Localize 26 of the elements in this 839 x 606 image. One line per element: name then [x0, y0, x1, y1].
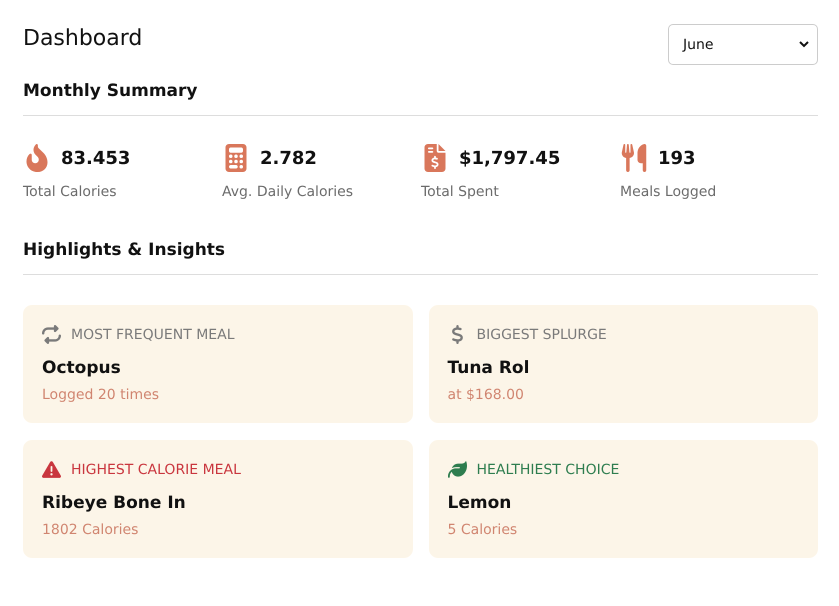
- utensils-icon: [620, 144, 648, 172]
- insight-label: HEALTHIEST CHOICE: [476, 462, 620, 478]
- stat-value: 193: [658, 148, 696, 168]
- stat-label: Meals Logged: [620, 184, 716, 200]
- chevron-icon: [799, 41, 809, 48]
- stat-label: Total Calories: [23, 184, 117, 200]
- insight-label: HIGHEST CALORIE MEAL: [71, 462, 241, 478]
- stat-value: $1,797.45: [459, 148, 560, 168]
- insight-detail: 1802 Calories: [42, 522, 138, 538]
- stat-value: 2.782: [260, 148, 317, 168]
- stat-label: Total Spent: [421, 184, 499, 200]
- insight-label: MOST FREQUENT MEAL: [71, 326, 235, 342]
- section-heading: Monthly Summary: [23, 81, 818, 116]
- stat-value: 83.453: [61, 148, 130, 168]
- insight-label: BIGGEST SPLURGE: [476, 326, 607, 342]
- insight-title: Tuna Rol: [448, 358, 530, 378]
- insight-title: Lemon: [448, 493, 512, 513]
- insight-title: Octopus: [42, 358, 121, 378]
- section-heading: Highlights & Insights: [23, 240, 818, 275]
- page-title: Dashboard: [23, 26, 142, 51]
- insight-detail: Logged 20 times: [42, 387, 160, 403]
- insight-detail: at $168.00: [448, 387, 524, 403]
- stat-label: Avg. Daily Calories: [222, 184, 354, 200]
- insight-detail: 5 Calories: [448, 522, 518, 538]
- insight-title: Ribeye Bone In: [42, 493, 186, 513]
- month-select[interactable]: June: [668, 24, 818, 65]
